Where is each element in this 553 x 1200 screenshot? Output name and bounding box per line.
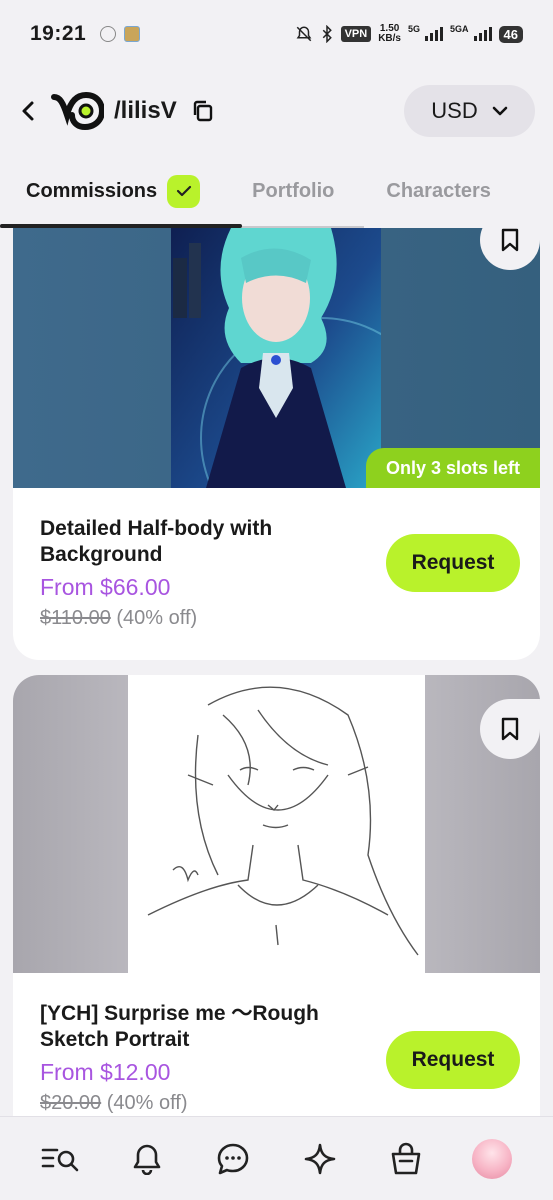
commission-title: Detailed Half-body with Background <box>40 517 273 566</box>
commission-card[interactable]: [YCH] Surprise me ～Rough Sketch Portrait… <box>13 675 540 1116</box>
tab-bar: Commissions Portfolio Characters <box>0 154 553 228</box>
request-button[interactable]: Request <box>386 534 520 592</box>
bookmark-icon <box>501 717 519 741</box>
card-details: [YCH] Surprise me ～Rough Sketch Portrait… <box>13 973 540 1115</box>
card-details: Detailed Half-body with Background From … <box>13 488 540 630</box>
bookmark-button[interactable] <box>480 699 540 759</box>
net-speed: 1.50 KB/s <box>378 23 401 44</box>
vgen-logo <box>51 91 104 131</box>
search-list-icon[interactable] <box>39 1137 83 1181</box>
sparkle-icon[interactable] <box>298 1137 342 1181</box>
signal-icon-2 <box>473 27 492 41</box>
bookmark-button[interactable] <box>480 228 540 270</box>
artwork-rough-sketch <box>128 675 425 973</box>
commission-image[interactable] <box>13 675 540 973</box>
back-arrow-icon[interactable] <box>18 99 38 123</box>
signal-icon <box>425 27 444 41</box>
mute-bell-icon <box>296 26 311 42</box>
bell-icon[interactable] <box>125 1137 169 1181</box>
app-notification-icon <box>124 26 141 42</box>
profile-name: /lilisV <box>114 97 177 124</box>
status-time: 19:21 <box>30 22 87 45</box>
slots-left-badge: Only 3 slots left <box>365 448 540 488</box>
vpn-badge: VPN <box>340 26 372 42</box>
commission-card[interactable]: Only 3 slots left Detailed Half-body wit… <box>13 228 540 660</box>
bluetooth-icon <box>322 25 332 43</box>
original-price: $20.00 (40% off) <box>40 1092 188 1114</box>
currency-label: USD <box>431 98 478 123</box>
battery-icon: 46 <box>498 25 523 43</box>
chat-icon[interactable] <box>211 1137 255 1181</box>
chevron-down-icon <box>492 106 508 116</box>
shopping-bag-icon[interactable] <box>384 1137 428 1181</box>
commission-title: [YCH] Surprise me ～Rough Sketch Portrait <box>40 1002 319 1051</box>
status-bar: 19:21 VPN 1.50 KB/s 5G 5GA 46 <box>0 0 553 68</box>
check-icon <box>167 174 201 208</box>
commission-list[interactable]: Only 3 slots left Detailed Half-body wit… <box>0 228 553 1116</box>
currency-selector[interactable]: USD <box>404 85 535 137</box>
original-price: $110.00 (40% off) <box>40 607 198 629</box>
header: /lilisV USD <box>0 68 553 154</box>
tab-characters[interactable]: Characters <box>386 180 491 203</box>
artwork-half-body <box>171 228 381 488</box>
tab-commissions[interactable]: Commissions <box>26 174 201 208</box>
compass-icon <box>100 26 117 42</box>
bookmark-icon <box>501 228 519 252</box>
bottom-nav <box>0 1116 553 1200</box>
status-icons: VPN 1.50 KB/s 5G 5GA 46 <box>295 24 523 44</box>
request-button[interactable]: Request <box>386 1031 520 1089</box>
commission-image[interactable]: Only 3 slots left <box>13 228 540 488</box>
profile-avatar-button[interactable] <box>470 1137 514 1181</box>
tab-portfolio[interactable]: Portfolio <box>252 180 334 203</box>
avatar <box>471 1138 512 1179</box>
copy-icon[interactable] <box>191 99 215 123</box>
